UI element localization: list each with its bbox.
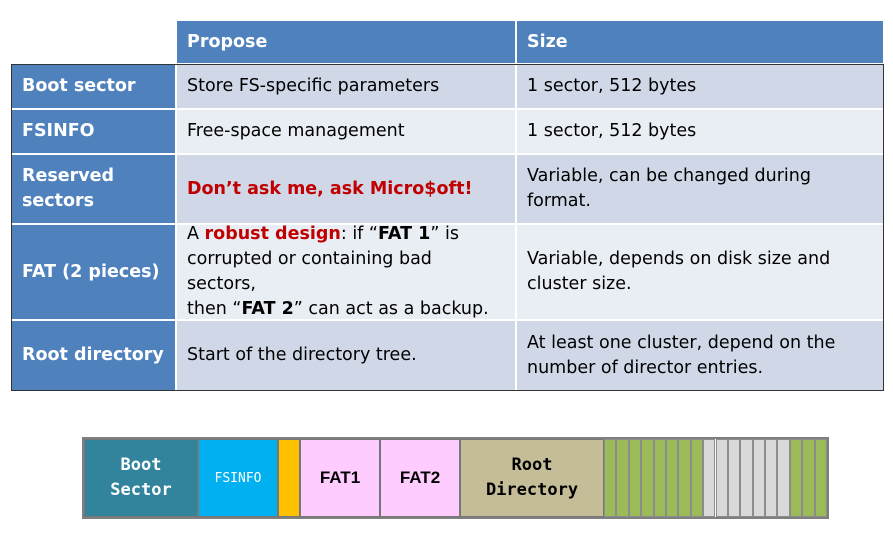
block-label: Sector — [110, 480, 172, 500]
text-line: Variable, depends on disk size and — [527, 249, 831, 269]
header-propose: Propose — [176, 20, 516, 64]
block-label: Boot — [120, 455, 162, 475]
data-cluster-free — [752, 439, 766, 517]
fat2-block: FAT2 — [380, 439, 460, 517]
data-cluster-free — [777, 439, 790, 517]
propose-root-directory: Start of the directory tree. — [176, 320, 516, 391]
row-label-line: sectors — [22, 191, 95, 211]
robust-design-text: robust design — [204, 224, 341, 244]
size-fsinfo: 1 sector, 512 bytes — [516, 109, 884, 154]
data-cluster-used — [814, 439, 827, 517]
block-label: Root — [511, 455, 553, 475]
root-directory-block: Root Directory — [460, 439, 604, 517]
row-label-reserved-sectors: Reserved sectors — [11, 154, 176, 224]
data-cluster-free — [715, 439, 728, 517]
header-size: Size — [516, 20, 884, 64]
data-cluster-used — [628, 439, 642, 517]
text-fragment: ” is — [430, 224, 459, 244]
data-cluster-used — [789, 439, 803, 517]
size-root-directory: At least one cluster, depend on the numb… — [516, 320, 884, 391]
text-line: corrupted or containing bad sectors, — [187, 249, 432, 294]
reserved-block — [278, 439, 300, 517]
text-line: At least one cluster, depend on the — [527, 332, 836, 353]
text-fragment: ” can act as a backup. — [293, 299, 489, 319]
propose-fat: A robust design: if “FAT 1” is corrupted… — [176, 224, 516, 320]
data-cluster-area — [604, 439, 827, 517]
text-line: cluster size. — [527, 274, 632, 294]
data-cluster-used — [641, 439, 654, 517]
data-cluster-used — [653, 439, 666, 517]
text-fragment: : if “ — [340, 224, 378, 244]
fsinfo-block: FSINFO — [198, 439, 278, 517]
data-cluster-used — [690, 439, 704, 517]
propose-boot-sector: Store FS-specific parameters — [176, 64, 516, 109]
data-cluster-free — [765, 439, 778, 517]
row-label-boot-sector: Boot sector — [11, 64, 176, 109]
size-reserved-sectors: Variable, can be changed during format. — [516, 154, 884, 224]
text-line: number of director entries. — [527, 357, 764, 378]
row-label-root-directory: Root directory — [11, 320, 176, 391]
data-cluster-used — [604, 439, 617, 517]
data-cluster-free — [740, 439, 753, 517]
size-boot-sector: 1 sector, 512 bytes — [516, 64, 884, 109]
data-cluster-free — [703, 439, 716, 517]
warning-text: Don’t ask me, ask Micro$oft! — [187, 178, 473, 199]
data-cluster-used — [665, 439, 679, 517]
block-label: Directory — [485, 480, 579, 500]
row-label-fsinfo: FSINFO — [11, 109, 176, 154]
fat1-block: FAT1 — [300, 439, 380, 517]
text-fragment: A — [187, 224, 205, 244]
propose-fsinfo: Free-space management — [176, 109, 516, 154]
data-cluster-used — [678, 439, 691, 517]
row-label-line: Reserved — [22, 166, 115, 186]
text-fragment: then “ — [187, 299, 242, 319]
fat1-ref: FAT 1 — [377, 224, 431, 244]
disk-layout-diagram: Boot Sector FSINFO FAT1 FAT2 Root Direct… — [82, 437, 829, 519]
row-label-fat: FAT (2 pieces) — [11, 224, 176, 320]
data-cluster-used — [616, 439, 629, 517]
propose-reserved-sectors: Don’t ask me, ask Micro$oft! — [176, 154, 516, 224]
boot-sector-block: Boot Sector — [84, 439, 198, 517]
data-cluster-used — [802, 439, 815, 517]
data-cluster-free — [727, 439, 741, 517]
fat2-ref: FAT 2 — [241, 299, 294, 319]
size-fat: Variable, depends on disk size and clust… — [516, 224, 884, 320]
